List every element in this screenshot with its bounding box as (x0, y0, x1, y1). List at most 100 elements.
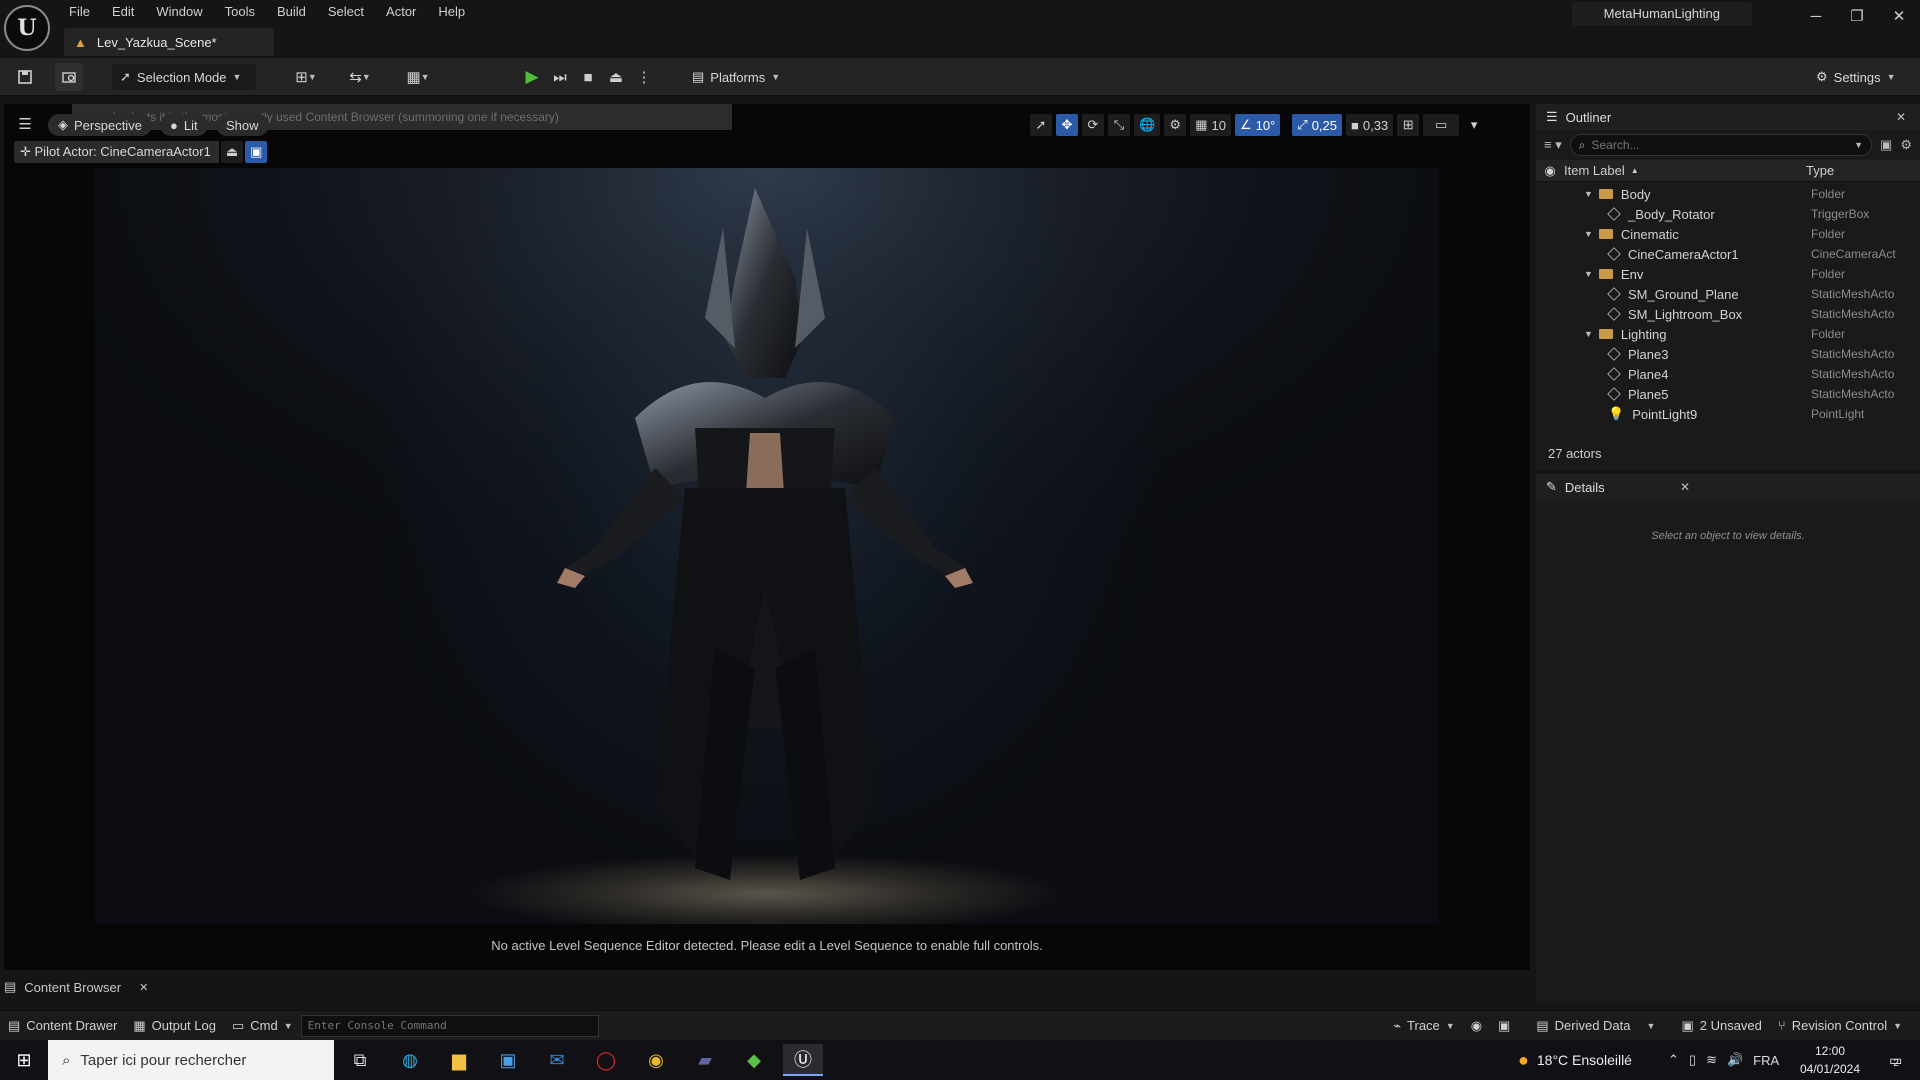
column-type[interactable]: Type (1806, 163, 1834, 178)
scale-snap-button[interactable]: ⤢ 0,25 (1292, 114, 1342, 136)
close-icon[interactable]: ✕ (1878, 0, 1920, 32)
unsaved-button[interactable]: ▣ 2 Unsaved (1673, 1011, 1769, 1041)
cinematics-icon[interactable]: ▦ ▼ (398, 63, 438, 91)
viewport-render[interactable] (95, 168, 1439, 924)
expand-icon[interactable]: ▼ (1584, 229, 1593, 239)
play-icon[interactable]: ▶ (518, 63, 546, 91)
step-icon[interactable]: ⏭ (546, 63, 574, 91)
list-item[interactable]: CineCameraActor1 CineCameraAct (1536, 244, 1920, 264)
world-local-icon[interactable]: 🌐 (1134, 114, 1161, 136)
expand-icon[interactable]: ▼ (1584, 269, 1593, 279)
menu-window[interactable]: Window (145, 0, 213, 24)
menu-tools[interactable]: Tools (214, 0, 266, 24)
level-tab[interactable]: ▲ Lev_Yazkua_Scene* (64, 28, 274, 56)
list-item[interactable]: SM_Ground_Plane StaticMeshActo (1536, 284, 1920, 304)
blueprint-icon[interactable]: ⇆ ▼ (340, 63, 380, 91)
trace-dropdown[interactable]: ⌁ Trace ▼ (1385, 1011, 1463, 1041)
details-tab[interactable]: ✎ Details ✕ (1536, 474, 1920, 500)
content-browser-tab[interactable]: ▤ Content Browser ✕ (4, 976, 148, 998)
viewport-menu-icon[interactable]: ☰ (12, 111, 38, 137)
battery-icon[interactable]: ▯ (1689, 1052, 1696, 1068)
layout-icon[interactable]: ⊞ (1397, 114, 1420, 136)
revision-control-dropdown[interactable]: ⑂ Revision Control ▼ (1770, 1011, 1910, 1041)
list-item[interactable]: _Body_Rotator TriggerBox (1536, 204, 1920, 224)
menu-file[interactable]: File (58, 0, 101, 24)
list-item[interactable]: Plane5 StaticMeshActo (1536, 384, 1920, 404)
output-log-button[interactable]: ▦ Output Log (125, 1011, 224, 1041)
notifications-icon[interactable]: ▭ 2 (1878, 1048, 1910, 1072)
eject-pilot-icon[interactable]: ⏏ (220, 141, 244, 163)
selection-mode-dropdown[interactable]: ➚ Selection Mode ▼ (112, 64, 256, 90)
surface-snap-icon[interactable]: ⚙ (1164, 114, 1187, 136)
clock[interactable]: 12:00 04/01/2024 (1798, 1042, 1862, 1078)
list-item[interactable]: Plane4 StaticMeshActo (1536, 364, 1920, 384)
file-explorer-icon[interactable]: ▆ (439, 1044, 479, 1076)
app-icon[interactable]: ◆ (734, 1044, 774, 1076)
weather-widget[interactable]: ● 18°C Ensoleillé (1518, 1048, 1632, 1072)
list-item[interactable]: 💡 PointLight9 PointLight (1536, 404, 1920, 424)
opera-icon[interactable]: ◯ (586, 1044, 626, 1076)
settings-dropdown[interactable]: ⚙ Settings ▼ (1808, 64, 1904, 90)
screenshot-icon[interactable]: ▣ (1490, 1011, 1518, 1041)
derived-data-dropdown[interactable]: ▤ Derived Data ▼ (1528, 1011, 1663, 1041)
camera-lock-icon[interactable]: ▣ (245, 141, 268, 163)
rotate-tool-icon[interactable]: ⟳ (1082, 114, 1104, 136)
select-tool-icon[interactable]: ➚ (1030, 114, 1052, 136)
filter-icon[interactable]: ≡ ▾ (1544, 137, 1562, 153)
perspective-button[interactable]: ◈ Perspective (48, 114, 152, 136)
restore-icon[interactable]: ❐ (1836, 0, 1878, 32)
list-item[interactable]: SM_Lightroom_Box StaticMeshActo (1536, 304, 1920, 324)
list-item[interactable]: Plane3 StaticMeshActo (1536, 344, 1920, 364)
wifi-icon[interactable]: ≋ (1706, 1052, 1717, 1068)
teams-icon[interactable]: ▰ (685, 1044, 725, 1076)
visibility-icon[interactable]: ◉ (1536, 163, 1564, 179)
column-item-label[interactable]: Item Label (1564, 163, 1625, 178)
browse-icon[interactable] (55, 63, 83, 91)
list-item[interactable]: ▼ Env Folder (1536, 264, 1920, 284)
add-folder-icon[interactable]: ▣ (1880, 137, 1892, 153)
viewport-layout-icon[interactable]: ▭ (1423, 114, 1460, 136)
platforms-dropdown[interactable]: ▤ Platforms ▼ (684, 64, 788, 90)
outliner-search-input[interactable]: ⌕ Search... ▼ (1569, 134, 1873, 156)
translate-tool-icon[interactable]: ✥ (1056, 114, 1078, 136)
chevron-down-icon[interactable]: ▾ (1463, 114, 1485, 136)
close-icon[interactable]: ✕ (1680, 480, 1690, 494)
more-options-icon[interactable]: ⋮ (630, 63, 658, 91)
windows-start-icon[interactable]: ⊞ (4, 1044, 44, 1076)
grid-snap-button[interactable]: ▦ 10 (1190, 114, 1231, 136)
content-drawer-button[interactable]: ▤ Content Drawer (0, 1011, 125, 1041)
lit-button[interactable]: ● Lit (160, 114, 208, 136)
cmd-dropdown[interactable]: ▭ Cmd ▼ (224, 1011, 301, 1041)
rotation-snap-button[interactable]: ∠ 10° (1234, 114, 1281, 136)
gear-icon[interactable]: ⚙ (1900, 137, 1912, 153)
show-button[interactable]: Show (216, 114, 269, 136)
menu-edit[interactable]: Edit (101, 0, 145, 24)
language-indicator[interactable]: FRA (1753, 1053, 1779, 1068)
volume-icon[interactable]: 🔊 (1727, 1052, 1743, 1068)
menu-actor[interactable]: Actor (375, 0, 427, 24)
list-item[interactable]: ▼ Body Folder (1536, 184, 1920, 204)
console-input[interactable] (300, 1014, 599, 1037)
unreal-taskbar-icon[interactable]: Ⓤ (783, 1044, 823, 1076)
store-icon[interactable]: ▣ (488, 1044, 528, 1076)
menu-build[interactable]: Build (266, 0, 317, 24)
expand-icon[interactable]: ▼ (1584, 329, 1593, 339)
add-actor-icon[interactable]: ⊞ ▼ (286, 63, 326, 91)
expand-icon[interactable]: ▼ (1584, 189, 1593, 199)
list-item[interactable]: ▼ Cinematic Folder (1536, 224, 1920, 244)
chrome-icon[interactable]: ◉ (636, 1044, 676, 1076)
camera-speed-button[interactable]: ■ 0,33 (1346, 114, 1394, 136)
unreal-logo-icon[interactable]: U (4, 5, 50, 51)
edge-icon[interactable]: ◍ (390, 1044, 430, 1076)
stop-icon[interactable]: ■ (574, 63, 602, 91)
taskbar-search[interactable]: ⌕ Taper ici pour rechercher (48, 1040, 334, 1080)
list-item[interactable]: ▼ Lighting Folder (1536, 324, 1920, 344)
chevron-down-icon[interactable]: ▼ (1854, 140, 1863, 150)
task-view-icon[interactable]: ⧉ (340, 1044, 380, 1076)
minimize-icon[interactable]: ─ (1795, 0, 1837, 32)
outliner-tab[interactable]: ☰ Outliner ✕ (1536, 104, 1920, 130)
record-icon[interactable]: ◉ (1463, 1011, 1490, 1041)
close-icon[interactable]: ✕ (139, 981, 148, 994)
close-icon[interactable]: ✕ (1896, 110, 1906, 124)
chevron-up-icon[interactable]: ⌃ (1668, 1052, 1679, 1068)
